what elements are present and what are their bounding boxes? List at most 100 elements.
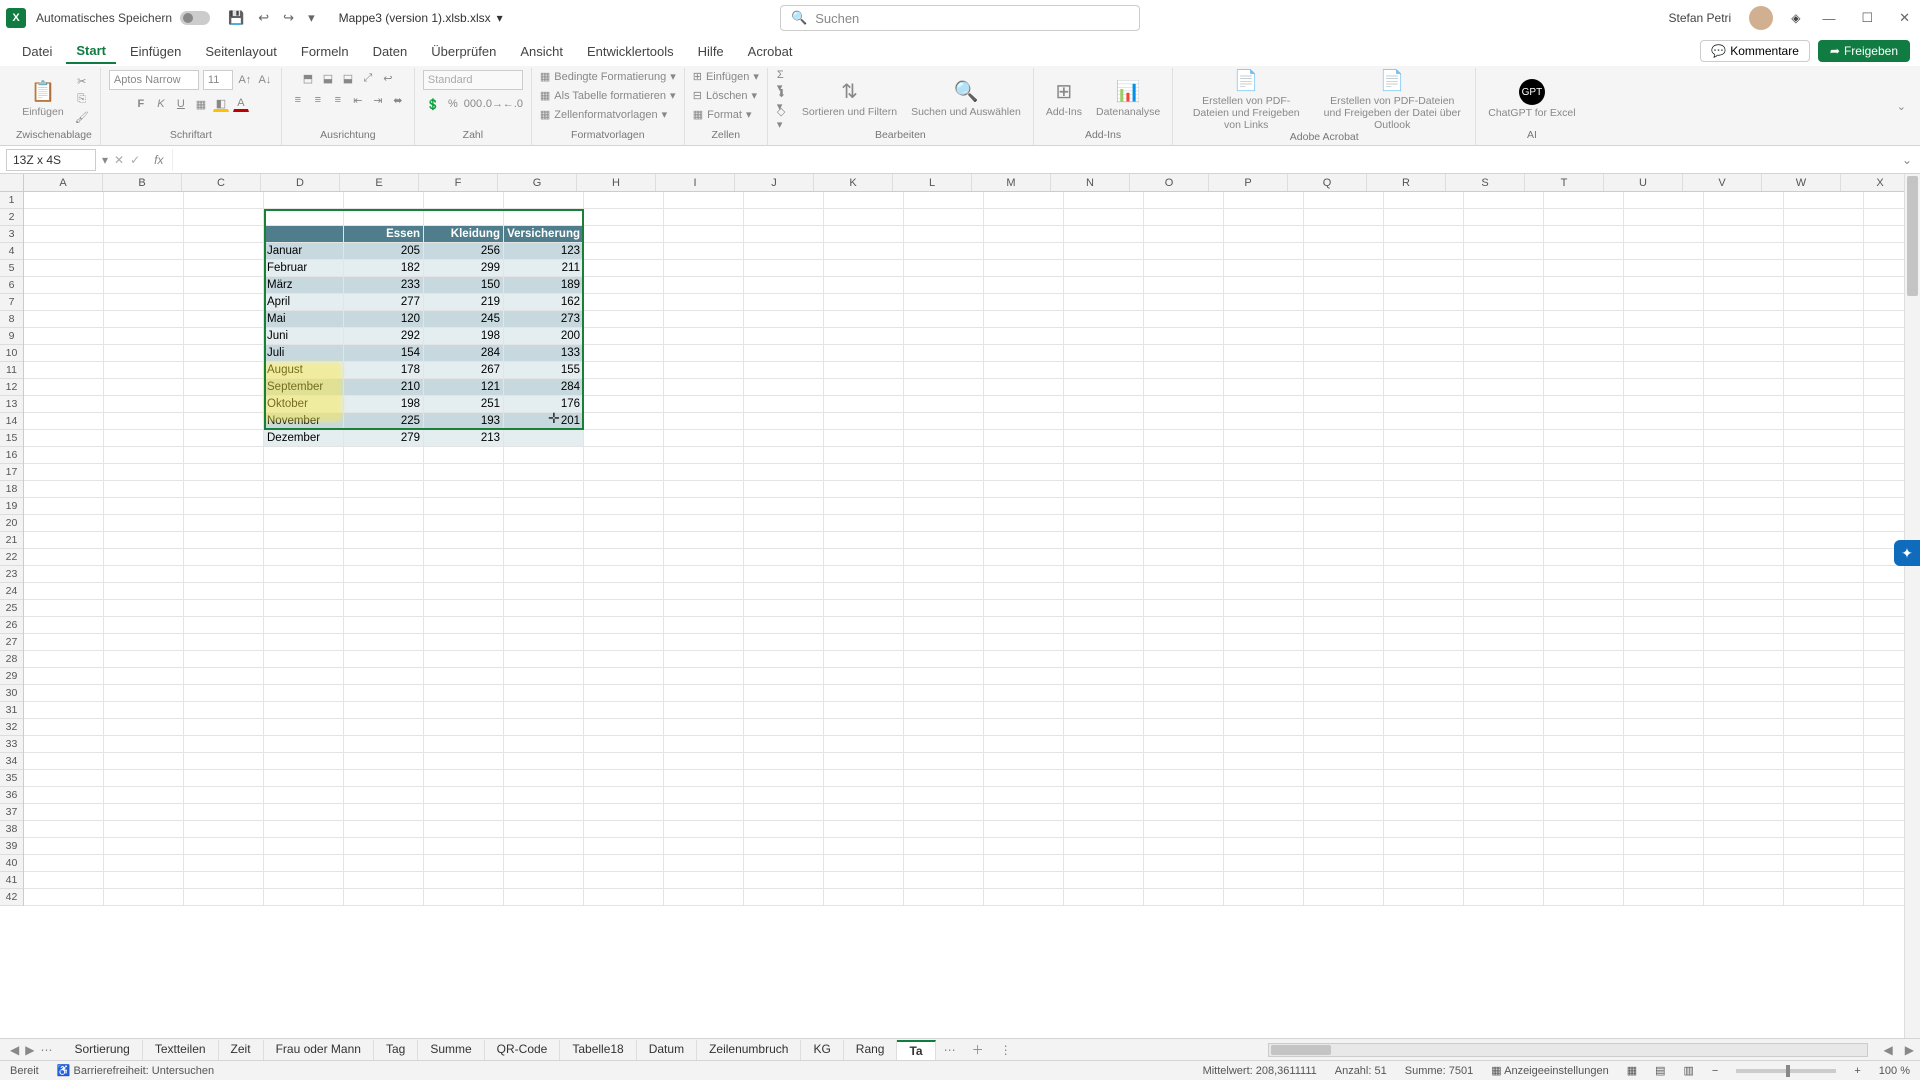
sheet-tab-rang[interactable]: Rang [844,1040,898,1060]
row-header-41[interactable]: 41 [0,872,23,889]
row-header-10[interactable]: 10 [0,345,23,362]
cell[interactable] [344,821,424,838]
cell[interactable] [744,702,824,719]
cell[interactable] [504,566,584,583]
cell[interactable] [264,736,344,753]
cell[interactable] [744,872,824,889]
cell[interactable] [1464,260,1544,277]
cell[interactable] [1384,430,1464,447]
cell[interactable] [984,736,1064,753]
cell[interactable] [984,821,1064,838]
cell[interactable] [1384,651,1464,668]
cell[interactable] [264,838,344,855]
cell[interactable] [24,328,104,345]
row-header-7[interactable]: 7 [0,294,23,311]
cell[interactable] [1384,243,1464,260]
cell[interactable] [984,753,1064,770]
cell[interactable] [1224,719,1304,736]
cell[interactable]: 211 [504,260,584,277]
cell[interactable] [184,515,264,532]
cell[interactable] [1784,515,1864,532]
cell[interactable] [1464,328,1544,345]
cell[interactable] [664,770,744,787]
cell[interactable] [1704,464,1784,481]
align-top-icon[interactable]: ⬒ [300,70,316,86]
cell[interactable] [1464,192,1544,209]
row-header-1[interactable]: 1 [0,192,23,209]
cell[interactable] [1624,736,1704,753]
cell[interactable] [584,872,664,889]
cell[interactable] [1784,583,1864,600]
cell[interactable] [344,566,424,583]
cell[interactable]: 198 [424,328,504,345]
cell[interactable] [1144,549,1224,566]
cell[interactable] [904,192,984,209]
cell[interactable] [1624,328,1704,345]
cell[interactable] [1784,464,1864,481]
cell[interactable] [504,821,584,838]
cell[interactable] [1064,838,1144,855]
cell[interactable] [584,838,664,855]
cell[interactable] [184,702,264,719]
cell[interactable] [1144,481,1224,498]
cell[interactable] [1624,396,1704,413]
cell[interactable] [1544,209,1624,226]
comma-icon[interactable]: 000 [465,96,481,112]
cell[interactable] [744,549,824,566]
cell[interactable] [1384,787,1464,804]
cell[interactable] [1304,651,1384,668]
cell[interactable] [1144,192,1224,209]
cell[interactable] [984,209,1064,226]
cell[interactable] [584,804,664,821]
col-header-K[interactable]: K [814,174,893,191]
cell[interactable] [1304,566,1384,583]
cell[interactable] [824,787,904,804]
row-header-20[interactable]: 20 [0,515,23,532]
tab-formeln[interactable]: Formeln [291,40,359,63]
cell[interactable] [504,838,584,855]
cell[interactable] [1384,566,1464,583]
cell[interactable] [904,821,984,838]
cell[interactable] [1624,821,1704,838]
col-header-V[interactable]: V [1683,174,1762,191]
cell[interactable] [664,753,744,770]
cell[interactable] [1704,362,1784,379]
cell[interactable] [904,464,984,481]
cell[interactable] [1224,583,1304,600]
cell[interactable] [24,243,104,260]
sheet-tab-tabelle18[interactable]: Tabelle18 [560,1040,636,1060]
cell[interactable] [824,668,904,685]
cell[interactable] [1704,328,1784,345]
cell[interactable] [824,515,904,532]
row-header-18[interactable]: 18 [0,481,23,498]
cell[interactable] [1384,855,1464,872]
font-name-select[interactable]: Aptos Narrow [109,70,199,90]
cell[interactable] [1304,311,1384,328]
cell[interactable] [104,821,184,838]
cell[interactable] [664,583,744,600]
cell[interactable] [1304,481,1384,498]
cell[interactable] [664,430,744,447]
cell[interactable] [1064,668,1144,685]
cell[interactable] [584,736,664,753]
cell[interactable] [1704,719,1784,736]
cell[interactable] [1304,379,1384,396]
cell[interactable] [744,294,824,311]
cell[interactable] [1544,600,1624,617]
cell[interactable] [584,209,664,226]
cell[interactable] [1544,464,1624,481]
cell[interactable] [1464,821,1544,838]
cell[interactable] [1464,277,1544,294]
cell[interactable] [1464,685,1544,702]
cell[interactable] [184,770,264,787]
cell[interactable] [344,651,424,668]
cell[interactable] [824,617,904,634]
cell[interactable] [1304,413,1384,430]
cell[interactable] [1384,889,1464,906]
cell[interactable] [1624,838,1704,855]
cut-icon[interactable]: ✂ [74,74,90,90]
cell[interactable] [264,855,344,872]
cell[interactable] [424,719,504,736]
cell[interactable] [824,838,904,855]
cell[interactable] [1624,379,1704,396]
